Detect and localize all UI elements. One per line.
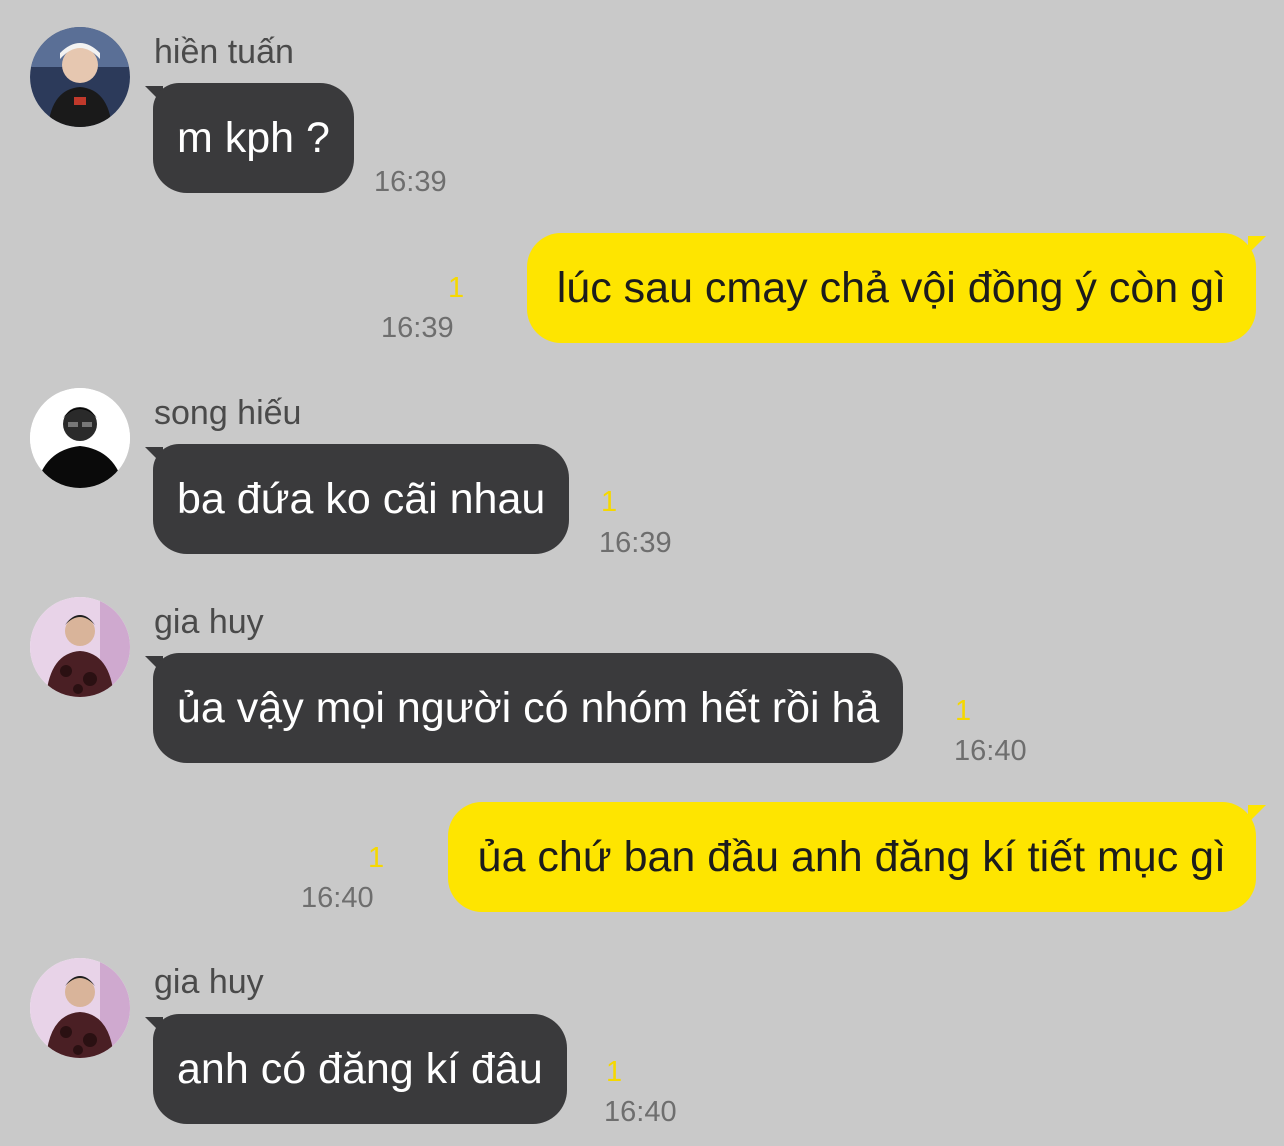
message-bubble[interactable]: lúc sau cmay chả vội đồng ý còn gì: [526, 233, 1256, 343]
unread-count: 1: [606, 1056, 623, 1088]
unread-count: 1: [448, 272, 465, 304]
avatar-hien-tuan[interactable]: [30, 27, 130, 127]
profile-photo-icon: [30, 388, 130, 488]
sender-name: song hiếu: [154, 394, 302, 432]
avatar-gia-huy[interactable]: [30, 958, 130, 1058]
avatar-song-hieu[interactable]: [30, 388, 130, 488]
unread-count: 1: [601, 486, 618, 518]
message-bubble[interactable]: ủa chứ ban đầu anh đăng kí tiết mục gì: [447, 802, 1256, 912]
message-bubble[interactable]: ba đứa ko cãi nhau: [153, 444, 570, 554]
message-timestamp: 16:40: [604, 1096, 677, 1128]
message-timestamp: 16:39: [374, 166, 447, 198]
message-timestamp: 16:40: [954, 735, 1027, 767]
profile-photo-icon: [30, 958, 130, 1058]
sender-name: gia huy: [154, 603, 264, 641]
message-bubble[interactable]: anh có đăng kí đâu: [153, 1014, 567, 1124]
unread-count: 1: [955, 695, 972, 727]
bubble-tail: [1248, 236, 1266, 254]
message-timestamp: 16:39: [599, 527, 672, 559]
message-timestamp: 16:40: [301, 882, 374, 914]
unread-count: 1: [368, 842, 385, 874]
sender-name: gia huy: [154, 963, 264, 1001]
bubble-tail: [1248, 805, 1266, 823]
profile-photo-icon: [30, 597, 130, 697]
message-bubble[interactable]: m kph ?: [153, 83, 354, 193]
sender-name: hiền tuấn: [154, 33, 294, 71]
message-bubble[interactable]: ủa vậy mọi người có nhóm hết rồi hả: [153, 653, 904, 763]
avatar-gia-huy[interactable]: [30, 597, 130, 697]
profile-photo-icon: [30, 27, 130, 127]
message-timestamp: 16:39: [381, 312, 454, 344]
